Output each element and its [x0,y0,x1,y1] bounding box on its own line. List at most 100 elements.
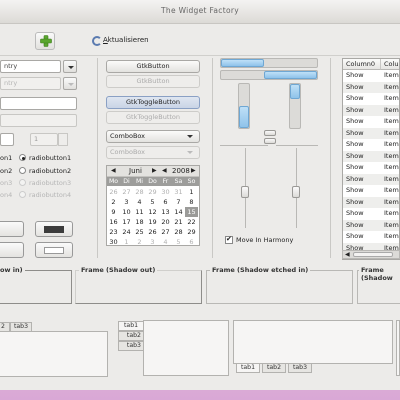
combo-entry[interactable]: ntry [0,60,61,73]
calendar-day[interactable]: 1 [120,237,133,247]
spin-button[interactable] [0,133,14,146]
calendar-day[interactable]: 26 [146,227,159,237]
calendar-day[interactable]: 27 [120,187,133,197]
tree-row[interactable]: Show ItemN [343,173,399,185]
calendar-day[interactable]: 4 [133,197,146,207]
calendar-day[interactable]: 24 [120,227,133,237]
radiobutton-2[interactable] [19,167,26,174]
notebook-2-tab-1[interactable]: tab1 [118,321,144,331]
calendar-day[interactable]: 25 [133,227,146,237]
calendar-day[interactable]: 15 [185,207,198,217]
calendar-day[interactable]: 23 [107,227,120,237]
calendar[interactable]: ◀ Juni ▶ ◀ 2008 ▶ Mo Di Mi Do Fr Sa So 26 27 28 2… [106,165,200,246]
text-entry[interactable] [0,97,77,110]
calendar-day[interactable]: 6 [185,237,198,247]
tree-column-1-header[interactable]: Colu [381,59,399,70]
notebook-3-tab-3[interactable]: tab3 [288,363,312,373]
toggle-swatch-1[interactable] [0,221,24,237]
calendar-day[interactable]: 30 [159,187,172,197]
notebook-1-tab-2[interactable]: 2 [0,322,10,332]
calendar-day[interactable]: 2 [133,237,146,247]
scroll-left-arrow[interactable]: ◀ [345,251,350,258]
calendar-day[interactable]: 26 [107,187,120,197]
calendar-day[interactable]: 31 [172,187,185,197]
notebook-2-tab-3[interactable]: tab3 [118,341,144,351]
calendar-day[interactable]: 5 [172,237,185,247]
calendar-day[interactable]: 16 [107,217,120,227]
calendar-day[interactable]: 10 [120,207,133,217]
calendar-day[interactable]: 13 [159,207,172,217]
notebook-3-tab-2[interactable]: tab2 [262,363,286,373]
calendar-day[interactable]: 20 [159,217,172,227]
prev-year-arrow[interactable]: ◀ [162,167,167,174]
calendar-day[interactable]: 2 [107,197,120,207]
tree-row[interactable]: Show ItemN [343,196,399,208]
calendar-day[interactable]: 9 [107,207,120,217]
notebook-1-tab-3[interactable]: tab3 [10,322,32,332]
calendar-day[interactable]: 22 [185,217,198,227]
tree-row[interactable]: Show ItemN [343,208,399,220]
calendar-day[interactable]: 3 [120,197,133,207]
tree-row[interactable]: Show ItemN [343,231,399,243]
tree-row[interactable]: Show ItemN [343,116,399,128]
next-year-arrow[interactable]: ▶ [191,167,196,174]
tree-column-0-header[interactable]: Column0 [343,59,381,70]
calendar-day[interactable]: 18 [133,217,146,227]
tree-row[interactable]: Show ItemN [343,93,399,105]
hscale-2-handle[interactable] [264,138,276,144]
calendar-day[interactable]: 3 [146,237,159,247]
color-button-dark[interactable] [35,221,73,237]
calendar-day[interactable]: 30 [107,237,120,247]
add-button[interactable] [35,32,55,50]
calendar-day[interactable]: 1 [185,187,198,197]
radio-label-3: on3 [0,179,13,187]
calendar-day[interactable]: 12 [146,207,159,217]
notebook-3-tab-1[interactable]: tab1 [236,363,260,373]
tree-row[interactable]: Show ItemN [343,127,399,139]
tree-row[interactable]: Show ItemN [343,162,399,174]
tree-view[interactable]: Column0 Colu Show ItemN Show ItemN Show ItemN… [342,58,400,260]
tree-row[interactable]: Show ItemN [343,219,399,231]
calendar-day[interactable]: 29 [146,187,159,197]
combo-entry-dropdown-button[interactable] [63,60,77,73]
tree-row[interactable]: Show ItemN [343,81,399,93]
calendar-day[interactable]: 28 [172,227,185,237]
calendar-day[interactable]: 7 [172,197,185,207]
color-button-light[interactable] [35,242,73,258]
prev-month-arrow[interactable]: ◀ [111,167,116,174]
calendar-day[interactable]: 17 [120,217,133,227]
next-month-arrow[interactable]: ▶ [152,167,157,174]
vscale-2-handle[interactable] [292,186,300,198]
radiobutton-1[interactable] [19,154,26,161]
tree-cell-column0: Show [346,140,364,148]
calendar-day[interactable]: 5 [146,197,159,207]
calendar-day[interactable]: 8 [185,197,198,207]
tree-row[interactable]: Show ItemN [343,185,399,197]
move-in-harmony-checkbox[interactable] [225,235,233,244]
tree-hscrollbar[interactable]: ◀ [342,250,400,259]
tree-row[interactable]: Show ItemN [343,139,399,151]
refresh-label[interactable]: Aktualisieren [103,36,149,44]
tree-row[interactable]: Show ItemN [343,104,399,116]
calendar-day[interactable]: 21 [172,217,185,227]
radio-label-2: on2 [0,167,13,175]
refresh-icon[interactable] [92,36,102,46]
toggle-swatch-2[interactable] [0,242,24,258]
calendar-day[interactable]: 27 [159,227,172,237]
calendar-day[interactable]: 6 [159,197,172,207]
gtk-button[interactable]: GtkButton [106,60,200,73]
combobox[interactable]: ComboBox [106,130,200,143]
gtk-toggle-button[interactable]: GtkToggleButton [106,96,200,109]
calendar-day[interactable]: 28 [133,187,146,197]
tree-hscrollbar-thumb[interactable] [353,252,393,257]
tree-row[interactable]: Show ItemN [343,70,399,82]
vscale-1-handle[interactable] [241,186,249,198]
calendar-day[interactable]: 11 [133,207,146,217]
hscale-1-handle[interactable] [264,130,276,136]
calendar-day[interactable]: 19 [146,217,159,227]
calendar-day[interactable]: 4 [159,237,172,247]
tree-row[interactable]: Show ItemN [343,150,399,162]
calendar-day[interactable]: 29 [185,227,198,237]
calendar-day[interactable]: 14 [172,207,185,217]
notebook-2-tab-2[interactable]: tab2 [118,331,144,341]
